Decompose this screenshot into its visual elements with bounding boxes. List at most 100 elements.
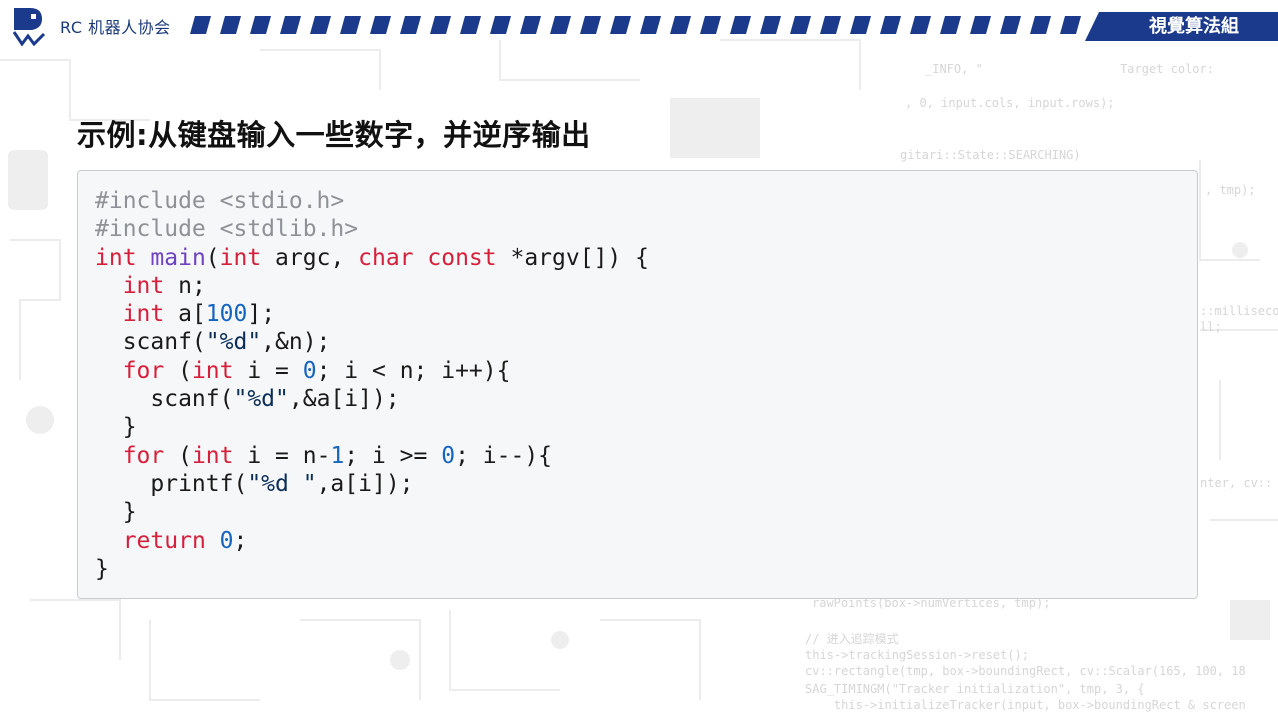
stripe-segment [550,16,571,34]
stripe-segment [400,16,421,34]
stripe-segment [280,16,301,34]
stripe-segment [520,16,541,34]
stripe-segment [940,16,961,34]
bg-code-3: gitari::State::SEARCHING) [900,148,1081,162]
code-token: ( [164,442,192,469]
code-token: 1 [330,442,345,469]
code-token: return [122,527,206,554]
stripe-segment [730,16,751,34]
bg-code-7: nter, cv:: [1200,476,1273,490]
code-token: main [150,244,206,271]
bg-code-4: , tmp); [1205,183,1256,197]
bg-code-9: // 进入追踪模式 [805,632,899,646]
code-token: char [358,244,414,271]
stripe-segment [850,16,871,34]
code-token: ( [205,244,220,271]
code-token: scanf( [95,329,206,356]
stripe-segment [910,16,931,34]
code-token: *argv[]) { [496,244,649,271]
code-token: ,&n); [261,329,331,356]
code-token: int [219,244,262,271]
bg-code-6: ll; [1200,320,1222,334]
stripe-segment [190,16,211,34]
code-token: 0 [302,357,317,384]
code-token: ,&a[i]); [288,386,400,413]
stripe-segment [1000,16,1021,34]
code-token: "%d" [233,386,289,413]
code-token: ; i--){ [455,442,553,469]
stripe-segment [790,16,811,34]
code-token: "%d" [205,329,262,356]
bg-code-1: _INFO, " Target color: [925,62,1214,76]
group-badge-label: 視覺算法組 [1149,16,1239,37]
bg-code-12: SAG_TIMINGM("Tracker initialization", tm… [805,682,1145,696]
code-text: #include <stdio.h> #include <stdlib.h> int… [95,187,649,583]
code-line: } [95,498,649,526]
bg-code-5: ::millisecon [1200,304,1278,318]
stripe-segment [430,16,451,34]
stripe-segment [220,16,241,34]
bg-code-10: this->trackingSession->reset(); [805,648,1029,662]
stripe-segment [460,16,481,34]
stripe-segment [700,16,721,34]
code-token: a[ [164,301,206,328]
stripe-segment [370,16,391,34]
code-line: #include <stdio.h> [95,187,649,215]
code-token: argc, [261,244,359,271]
code-token: } [95,499,137,526]
code-token: scanf( [95,386,234,413]
stripe-segment [610,16,631,34]
stripe-segment [640,16,661,34]
bg-code-11: cv::rectangle(tmp, box->boundingRect, cv… [805,664,1246,678]
stripe-segment [820,16,841,34]
stripe-segment [250,16,271,34]
stripe-segment [490,16,511,34]
code-token: for [122,442,165,469]
code-token: n; [164,272,206,299]
code-token: int [191,357,234,384]
code-token: int [95,244,137,271]
code-line: scanf("%d",&n); [95,328,649,356]
code-token: 0 [441,442,456,469]
code-line: int n; [95,272,649,300]
code-token: "%d " [247,470,317,497]
code-token: int [122,272,165,299]
stripe-segment [970,16,991,34]
code-line: int main(int argc, char const *argv[]) { [95,244,649,272]
code-line: #include <stdlib.h> [95,215,649,243]
stripe-segment [880,16,901,34]
slide-title: 示例:从键盘输入一些数字，并逆序输出 [77,118,591,152]
code-token: } [95,414,137,441]
org-name: RC 机器人协会 [60,18,171,37]
code-token: ; i >= [344,442,442,469]
code-token: ; i < n; i++){ [316,357,511,384]
code-token: const [427,244,497,271]
code-token: i = [233,357,303,384]
code-line: } [95,555,649,583]
code-token: printf( [95,470,248,497]
stripe-segment [1060,16,1081,34]
stripe-segment [1030,16,1051,34]
code-token: int [122,301,165,328]
code-token: i = n- [233,442,331,469]
code-token: ]; [247,301,276,328]
code-token: #include <stdio.h> [95,188,345,214]
robot-logo-icon [12,8,46,46]
code-line: } [95,413,649,441]
code-line: scanf("%d",&a[i]); [95,385,649,413]
code-line: return 0; [95,527,649,555]
code-token: ( [164,357,192,384]
code-token: } [95,555,109,582]
stripe-segment [310,16,331,34]
code-token: ; [233,527,248,554]
code-token: ,a[i]); [316,470,414,497]
code-token: for [122,357,165,384]
code-token: 0 [219,527,234,554]
